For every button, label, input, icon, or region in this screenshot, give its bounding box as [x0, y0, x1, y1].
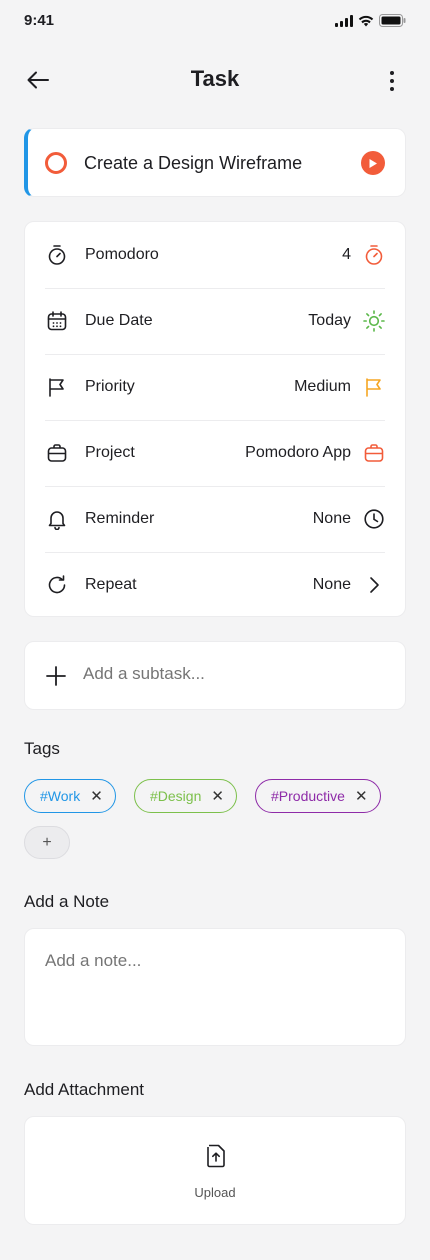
detail-label: Project — [85, 444, 135, 461]
detail-value: 4 — [342, 246, 351, 263]
start-pomodoro-button[interactable] — [361, 151, 385, 175]
more-dot-icon — [390, 87, 394, 91]
add-tag-button[interactable]: + — [24, 826, 70, 859]
chevron-right-icon — [363, 574, 385, 596]
detail-value: None — [312, 576, 351, 593]
detail-row-project[interactable]: Project Pomodoro App — [45, 420, 385, 486]
tag-label: #Productive — [271, 788, 345, 804]
detail-value: Today — [308, 312, 351, 329]
battery-icon — [379, 14, 406, 27]
briefcase-icon — [45, 441, 69, 465]
close-icon[interactable]: ✕ — [211, 789, 224, 804]
subtask-input[interactable] — [83, 664, 383, 684]
sun-icon — [363, 310, 385, 332]
more-dot-icon — [390, 79, 394, 83]
status-time: 9:41 — [24, 12, 55, 29]
detail-value: Medium — [294, 378, 351, 395]
detail-row-due-date[interactable]: Due Date Today — [45, 288, 385, 354]
note-input[interactable] — [45, 951, 385, 1031]
signal-icon — [335, 14, 353, 27]
detail-row-priority[interactable]: Priority Medium — [45, 354, 385, 420]
status-icons — [335, 14, 406, 27]
detail-label: Reminder — [85, 510, 155, 527]
tag-design[interactable]: #Design ✕ — [134, 779, 237, 813]
add-subtask-card[interactable] — [24, 641, 406, 710]
briefcase-icon — [363, 442, 385, 464]
bell-icon — [45, 507, 69, 531]
task-details-card: Pomodoro 4 Due Date Today Priority Mediu… — [24, 221, 406, 617]
plus-icon — [46, 666, 66, 686]
play-icon — [369, 158, 377, 168]
task-complete-checkbox[interactable] — [45, 152, 67, 174]
task-card: Create a Design Wireframe — [24, 128, 406, 197]
flag-icon — [363, 376, 385, 398]
tags-title: Tags — [24, 739, 60, 758]
page-title: Task — [190, 66, 240, 91]
more-dot-icon — [390, 71, 394, 75]
note-card — [24, 928, 406, 1046]
detail-row-reminder[interactable]: Reminder None — [45, 486, 385, 552]
note-title: Add a Note — [24, 892, 110, 911]
detail-label: Repeat — [85, 576, 137, 593]
tag-label: #Design — [150, 788, 202, 804]
task-title[interactable]: Create a Design Wireframe — [84, 153, 302, 174]
more-options-button[interactable] — [380, 66, 404, 96]
detail-label: Priority — [85, 378, 135, 395]
close-icon[interactable]: ✕ — [355, 789, 368, 804]
clock-icon — [363, 508, 385, 530]
detail-row-repeat[interactable]: Repeat None — [45, 552, 385, 618]
tag-label: #Work — [40, 788, 81, 804]
tag-work[interactable]: #Work ✕ — [24, 779, 116, 813]
upload-label: Upload — [194, 1185, 236, 1200]
upload-attachment-card[interactable]: Upload — [24, 1116, 406, 1225]
wifi-icon — [358, 15, 374, 26]
repeat-icon — [45, 573, 69, 597]
tag-productive[interactable]: #Productive ✕ — [255, 779, 381, 813]
detail-label: Due Date — [85, 312, 153, 329]
timer-icon — [45, 243, 69, 267]
timer-icon — [363, 244, 385, 266]
upload-file-icon — [207, 1144, 225, 1168]
flag-icon — [45, 375, 69, 399]
detail-value: Pomodoro App — [245, 444, 351, 461]
header: Task — [0, 56, 430, 104]
attachment-title: Add Attachment — [24, 1080, 145, 1099]
detail-label: Pomodoro — [85, 246, 159, 263]
detail-value: None — [312, 510, 351, 527]
close-icon[interactable]: ✕ — [90, 789, 103, 804]
status-bar: 9:41 — [0, 0, 430, 44]
calendar-icon — [45, 309, 69, 333]
detail-row-pomodoro[interactable]: Pomodoro 4 — [45, 222, 385, 288]
